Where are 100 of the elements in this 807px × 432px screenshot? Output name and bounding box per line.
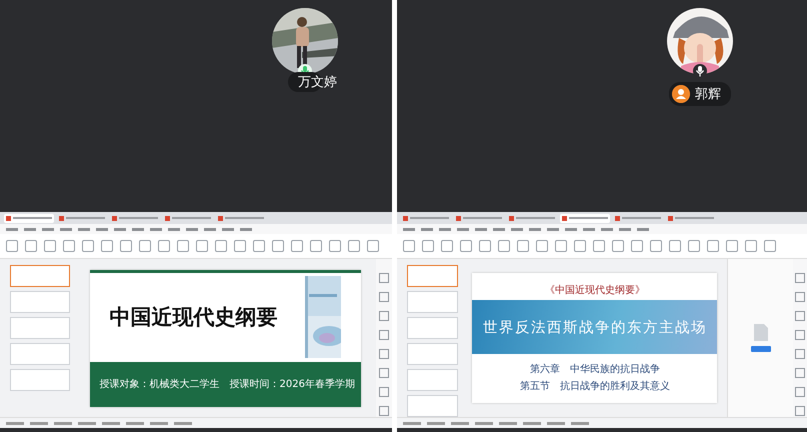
toolbar-icon[interactable] — [367, 240, 379, 252]
toolbar-icon[interactable] — [139, 240, 151, 252]
toolbar-icon[interactable] — [795, 292, 806, 302]
menu-item[interactable] — [637, 228, 649, 230]
status-item[interactable] — [30, 422, 48, 424]
menu-item[interactable] — [24, 228, 36, 230]
document-tab[interactable] — [4, 214, 54, 222]
toolbar-icon[interactable] — [745, 240, 757, 252]
toolbar-icon[interactable] — [650, 240, 662, 252]
document-tab[interactable] — [401, 214, 451, 222]
status-item[interactable] — [126, 422, 144, 424]
toolbar-icon[interactable] — [215, 240, 227, 252]
toolbar-icon[interactable] — [25, 240, 37, 252]
menu-item[interactable] — [132, 228, 144, 230]
document-tab[interactable] — [560, 214, 610, 222]
slide-thumbnail[interactable] — [10, 265, 70, 287]
toolbar-icon[interactable] — [764, 240, 776, 252]
toolbar-icon[interactable] — [795, 368, 806, 378]
menu-item[interactable] — [96, 228, 108, 230]
toolbar-icon[interactable] — [6, 240, 18, 252]
slide-thumbnail[interactable] — [407, 395, 458, 417]
menu-item[interactable] — [222, 228, 234, 230]
document-tab[interactable] — [613, 214, 663, 222]
menu-item[interactable] — [529, 228, 541, 230]
menu-item[interactable] — [421, 228, 433, 230]
menu-item[interactable] — [403, 228, 415, 230]
menu-item[interactable] — [493, 228, 505, 230]
menu-item[interactable] — [78, 228, 90, 230]
toolbar-icon[interactable] — [631, 240, 643, 252]
menu-item[interactable] — [168, 228, 180, 230]
toolbar-icon[interactable] — [403, 240, 415, 252]
document-tab[interactable] — [507, 214, 557, 222]
toolbar-icon[interactable] — [795, 406, 806, 416]
toolbar-icon[interactable] — [441, 240, 453, 252]
status-item[interactable] — [571, 422, 589, 424]
menu-item[interactable] — [204, 228, 216, 230]
toolbar-icon[interactable] — [795, 273, 806, 283]
document-tab[interactable] — [454, 214, 504, 222]
menu-item[interactable] — [601, 228, 613, 230]
open-button[interactable] — [750, 346, 771, 352]
slide-thumbnail[interactable] — [407, 343, 458, 365]
toolbar-icon[interactable] — [196, 240, 208, 252]
toolbar-icon[interactable] — [120, 240, 132, 252]
toolbar-icon[interactable] — [536, 240, 548, 252]
toolbar-icon[interactable] — [82, 240, 94, 252]
toolbar-icon[interactable] — [272, 240, 284, 252]
toolbar-icon[interactable] — [348, 240, 360, 252]
toolbar-icon[interactable] — [795, 349, 806, 359]
toolbar-icon[interactable] — [63, 240, 75, 252]
document-tab[interactable] — [110, 214, 160, 222]
toolbar-icon[interactable] — [101, 240, 113, 252]
status-item[interactable] — [499, 422, 517, 424]
status-item[interactable] — [403, 422, 421, 424]
toolbar-icon[interactable] — [422, 240, 434, 252]
slide-thumbnail[interactable] — [407, 291, 458, 313]
toolbar-icon[interactable] — [612, 240, 624, 252]
status-item[interactable] — [150, 422, 168, 424]
menu-item[interactable] — [511, 228, 523, 230]
toolbar-icon[interactable] — [158, 240, 170, 252]
menu-item[interactable] — [439, 228, 451, 230]
document-tab[interactable] — [666, 214, 716, 222]
menu-item[interactable] — [114, 228, 126, 230]
menu-item[interactable] — [619, 228, 631, 230]
toolbar-icon[interactable] — [460, 240, 472, 252]
slide-thumbnail[interactable] — [10, 291, 70, 313]
toolbar-icon[interactable] — [574, 240, 586, 252]
status-item[interactable] — [475, 422, 493, 424]
toolbar-icon[interactable] — [44, 240, 56, 252]
toolbar-icon[interactable] — [555, 240, 567, 252]
toolbar-icon[interactable] — [795, 330, 806, 340]
menu-item[interactable] — [60, 228, 72, 230]
toolbar-icon[interactable] — [234, 240, 246, 252]
toolbar-icon[interactable] — [593, 240, 605, 252]
status-item[interactable] — [451, 422, 469, 424]
menu-item[interactable] — [150, 228, 162, 230]
status-item[interactable] — [427, 422, 445, 424]
toolbar-icon[interactable] — [688, 240, 700, 252]
menu-item[interactable] — [457, 228, 469, 230]
toolbar-icon[interactable] — [253, 240, 265, 252]
toolbar-icon[interactable] — [726, 240, 738, 252]
document-tab[interactable] — [163, 214, 213, 222]
slide-thumbnail[interactable] — [10, 369, 70, 391]
toolbar-icon[interactable] — [479, 240, 491, 252]
status-item[interactable] — [6, 422, 24, 424]
document-tab[interactable] — [216, 214, 266, 222]
menu-item[interactable] — [547, 228, 559, 230]
slide-thumbnail[interactable] — [10, 317, 70, 339]
toolbar-icon[interactable] — [669, 240, 681, 252]
menu-item[interactable] — [186, 228, 198, 230]
menu-item[interactable] — [583, 228, 595, 230]
status-item[interactable] — [523, 422, 541, 424]
toolbar-icon[interactable] — [795, 387, 806, 397]
slide-thumbnail[interactable] — [407, 369, 458, 391]
slide-thumbnail[interactable] — [10, 343, 70, 365]
status-item[interactable] — [174, 422, 192, 424]
toolbar-icon[interactable] — [517, 240, 529, 252]
toolbar-icon[interactable] — [498, 240, 510, 252]
status-item[interactable] — [102, 422, 120, 424]
toolbar-icon[interactable] — [291, 240, 303, 252]
document-tab[interactable] — [57, 214, 107, 222]
